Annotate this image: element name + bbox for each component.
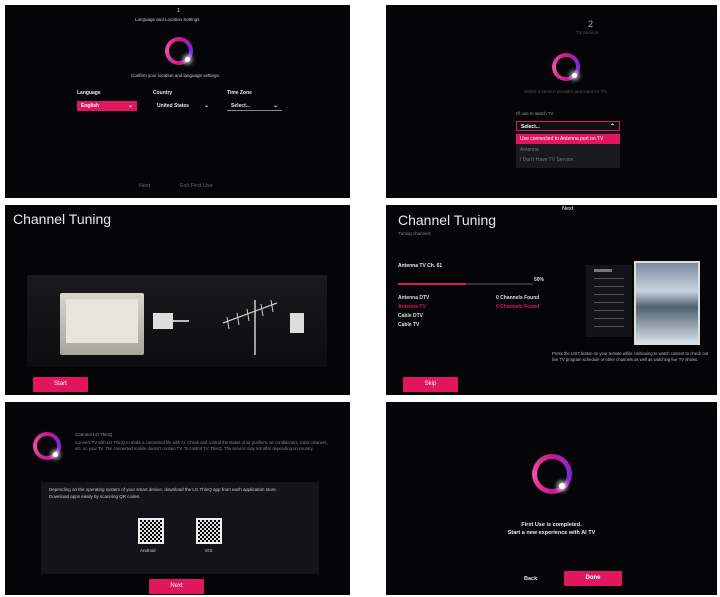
ios-label: iOS xyxy=(205,548,213,553)
service-options-list: Use connected to Antenna port on TV Ante… xyxy=(516,132,620,168)
chevron-down-icon: ⌄ xyxy=(203,103,209,109)
progress-fill xyxy=(398,283,466,285)
page-title: Channel Tuning xyxy=(13,211,112,227)
screen-connect-thinq: Connect LG ThinQ Connect TV with LG Thin… xyxy=(5,402,350,595)
ai-ring-logo xyxy=(532,454,572,494)
screen-channel-tuning-progress: Channel Tuning Next Tuning channels Ante… xyxy=(386,205,717,395)
completion-line-1: First Use is completed. xyxy=(521,522,582,528)
thinq-heading: Connect LG ThinQ xyxy=(75,432,113,437)
option-antenna[interactable]: Antenna xyxy=(516,145,620,155)
option-no-tv-service[interactable]: I Don't Have TV Service xyxy=(516,155,620,165)
screen-tv-service: 2 TV Service Select a service provider a… xyxy=(386,5,717,198)
skip-button[interactable]: Skip xyxy=(403,377,458,392)
qr-section: Depending on the operating system of you… xyxy=(41,482,319,574)
timezone-value: Select... xyxy=(231,103,250,109)
ios-qr-code-icon xyxy=(196,518,222,544)
antenna-icon xyxy=(222,299,278,355)
download-instruction-2: Download apps easily by scanning QR code… xyxy=(49,494,141,499)
tuning-row-name: Cable TV xyxy=(398,322,420,328)
timezone-label: Time Zone xyxy=(227,90,252,96)
country-dropdown[interactable]: United States ⌄ xyxy=(153,101,213,111)
ai-ring-glow-icon xyxy=(53,452,58,457)
tuning-row-result: 0 Channels Found xyxy=(496,304,540,310)
step-number: 2 xyxy=(588,19,594,29)
tuning-row-name: Antenna DTV xyxy=(398,295,430,301)
done-button[interactable]: Done xyxy=(564,571,622,586)
ai-ring-glow-icon xyxy=(559,483,565,489)
language-label: Language xyxy=(77,90,101,96)
set-top-box-icon xyxy=(60,293,144,355)
language-value: English xyxy=(81,103,100,109)
page-title: Channel Tuning xyxy=(398,212,497,228)
progress-text: 50% xyxy=(534,277,545,283)
tuning-subtitle: Tuning channels xyxy=(398,231,431,236)
cable-icon xyxy=(173,320,189,322)
ai-ring-glow-icon xyxy=(185,57,190,62)
back-button[interactable]: Back xyxy=(524,576,537,582)
select-value: Select... xyxy=(521,124,540,130)
live-tv-preview-image xyxy=(634,261,700,345)
channel-list-preview xyxy=(586,265,632,337)
exit-first-use-button[interactable]: Exit First Use xyxy=(180,183,213,189)
completion-line-2: Start a new experience with AI TV xyxy=(507,530,596,536)
screen-channel-tuning-start: Channel Tuning Start xyxy=(5,205,350,395)
step-number: 1 xyxy=(177,8,181,14)
service-prompt: Select a service provider and input for … xyxy=(524,89,608,94)
country-value: United States xyxy=(157,103,189,109)
thinq-description: Connect TV with LG ThinQ to make a conne… xyxy=(75,440,328,451)
progress-track xyxy=(398,283,533,285)
confirm-prompt: Confirm your location and language setti… xyxy=(131,73,221,78)
wall-jack-icon xyxy=(153,313,173,329)
ai-ring-glow-icon xyxy=(572,73,577,78)
android-qr-code-icon xyxy=(138,518,164,544)
list-button-hint: Press the LIST button on your remote whi… xyxy=(552,351,709,362)
screen-heading: TV Service xyxy=(576,30,599,35)
chevron-up-icon: ⌃ xyxy=(609,124,615,130)
screen-language-location: 1 Language and Location Settings Confirm… xyxy=(5,5,350,198)
chevron-down-icon: ⌄ xyxy=(272,103,278,109)
tuning-row-result: 0 Channels Found xyxy=(496,295,540,301)
language-dropdown[interactable]: English ⌄ xyxy=(77,101,137,111)
timezone-dropdown[interactable]: Select... ⌄ xyxy=(227,101,282,111)
wall-outlet-icon xyxy=(290,313,304,333)
current-channel: Antenna TV Ch. 61 xyxy=(398,263,443,269)
service-select[interactable]: Select... ⌃ xyxy=(516,121,620,131)
download-instruction: Depending on the operating system of you… xyxy=(49,487,278,492)
next-button[interactable]: Next xyxy=(149,579,204,594)
tuning-row-name: Antenna TV xyxy=(398,304,426,310)
android-label: Android xyxy=(140,548,156,553)
option-antenna-port[interactable]: Use connected to Antenna port on TV xyxy=(516,134,620,144)
screen-heading: Language and Location Settings xyxy=(135,17,200,22)
watch-tv-label: I'll use to watch TV xyxy=(516,111,554,116)
chevron-down-icon: ⌄ xyxy=(127,103,133,109)
next-label: Next xyxy=(562,206,574,212)
tuning-row-name: Cable DTV xyxy=(398,313,424,319)
next-button[interactable]: Next xyxy=(139,183,150,189)
screen-first-use-complete: First Use is completed. Start a new expe… xyxy=(386,402,717,595)
start-button[interactable]: Start xyxy=(33,377,88,392)
country-label: Country xyxy=(153,90,173,96)
